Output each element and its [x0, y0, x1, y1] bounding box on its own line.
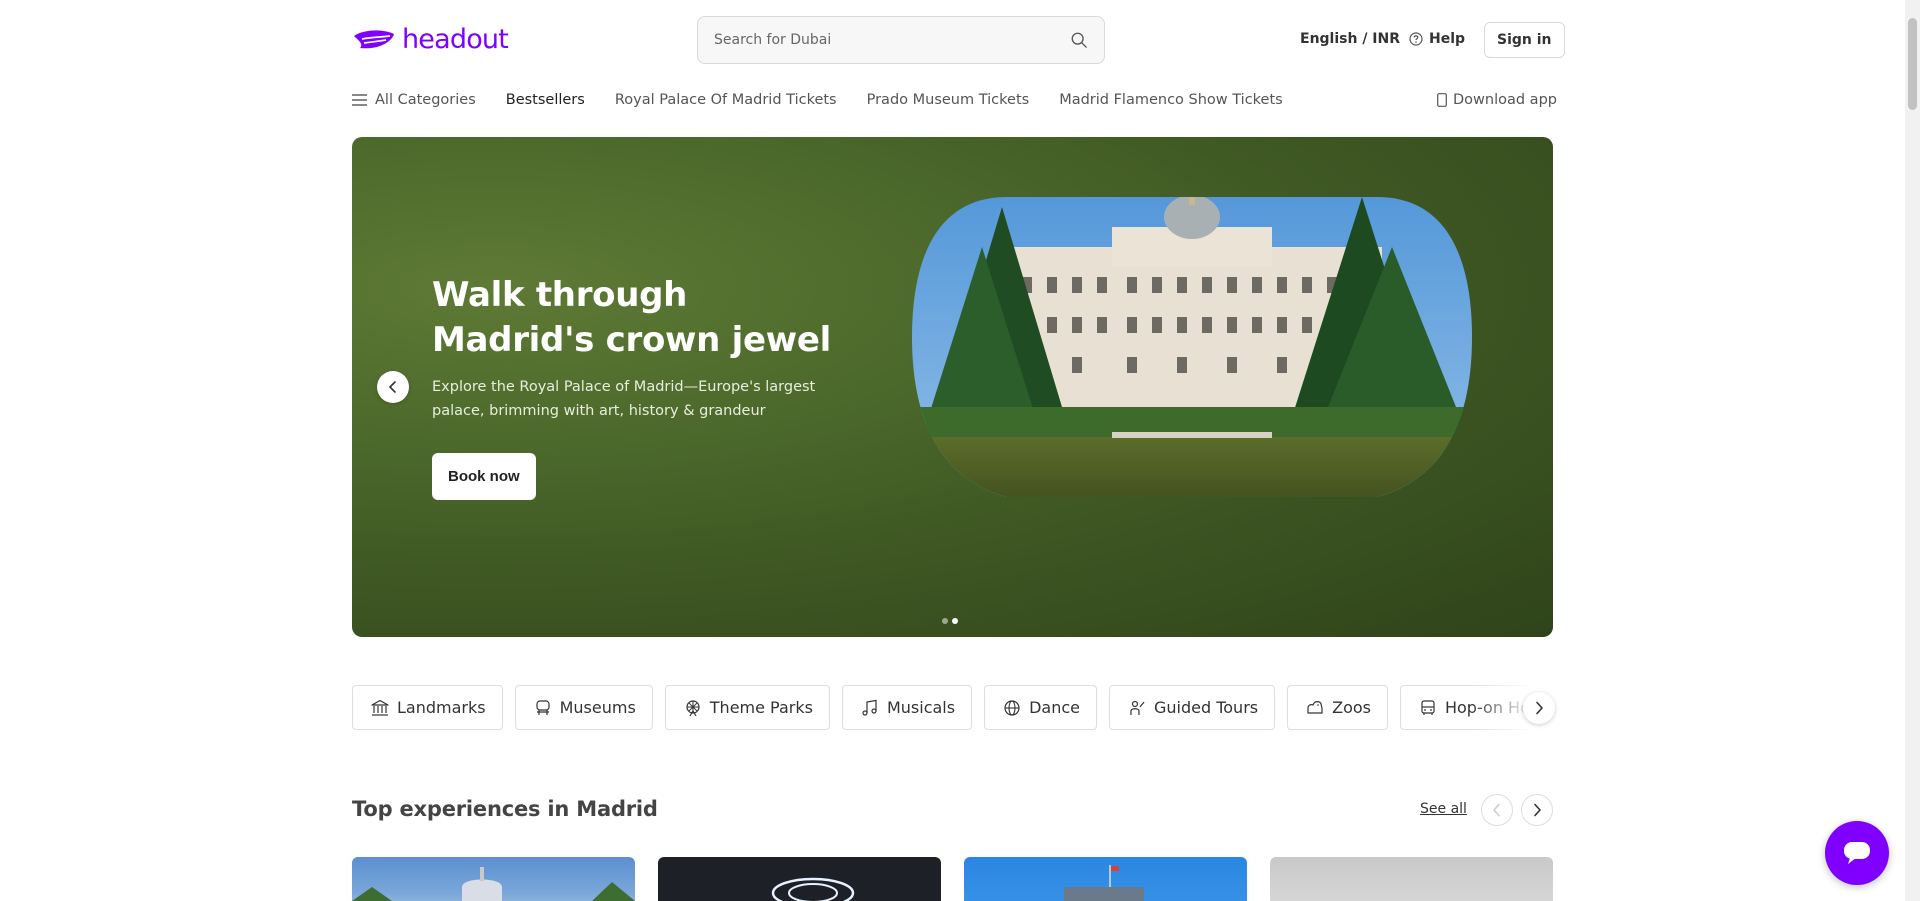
carousel-dot-active[interactable] — [952, 618, 958, 624]
chip-zoos[interactable]: Zoos — [1287, 685, 1388, 730]
guide-icon — [1130, 700, 1145, 715]
museum-icon — [535, 699, 550, 715]
scrollbar-thumb[interactable] — [1908, 18, 1917, 110]
chevron-left-icon — [389, 381, 396, 393]
chip-label: Theme Parks — [709, 698, 813, 717]
music-note-icon — [862, 699, 877, 716]
nav-item-prado-museum[interactable]: Prado Museum Tickets — [867, 92, 1030, 108]
section-title: Top experiences in Madrid — [352, 797, 658, 821]
see-all-link[interactable]: See all — [1420, 801, 1467, 817]
nav-item-royal-palace[interactable]: Royal Palace Of Madrid Tickets — [615, 92, 837, 108]
chip-dance[interactable]: Dance — [984, 685, 1097, 730]
experience-card-image[interactable] — [1270, 857, 1553, 901]
chip-guided-tours[interactable]: Guided Tours — [1108, 685, 1276, 730]
help-icon — [1409, 32, 1423, 46]
download-app-link[interactable]: Download app — [1437, 92, 1557, 108]
chevron-right-icon — [1534, 803, 1541, 817]
hero-prev-button[interactable] — [377, 371, 409, 403]
ferris-wheel-icon — [686, 699, 700, 716]
hero-title: Walk through Madrid's crown jewel — [432, 275, 831, 360]
all-categories-label: All Categories — [375, 92, 476, 108]
search-bar[interactable] — [697, 16, 1105, 64]
chip-label: Museums — [559, 698, 636, 717]
category-nav: All Categories Bestsellers Royal Palace … — [352, 92, 1283, 108]
all-categories-menu[interactable]: All Categories — [352, 92, 476, 108]
chip-landmarks[interactable]: Landmarks — [352, 685, 503, 730]
carousel-dot[interactable] — [942, 618, 948, 624]
chevron-left-icon — [1493, 803, 1500, 817]
globe-icon — [1004, 699, 1020, 716]
chat-support-button[interactable] — [1825, 821, 1889, 885]
chevron-right-icon — [1536, 701, 1543, 715]
royal-palace-image — [912, 197, 1472, 497]
hero-description: Explore the Royal Palace of Madrid—Europ… — [432, 379, 816, 419]
headout-logo-icon — [354, 29, 394, 48]
hero-carousel-dots — [942, 618, 958, 624]
experience-card-image[interactable] — [658, 857, 941, 901]
help-label: Help — [1429, 31, 1466, 47]
search-icon[interactable] — [1070, 31, 1088, 49]
section-prev-button[interactable] — [1481, 794, 1513, 826]
chip-musicals[interactable]: Musicals — [841, 685, 973, 730]
stadium-logo-image — [771, 877, 855, 901]
chip-label: Musicals — [886, 698, 956, 717]
chat-bubble-icon — [1844, 842, 1870, 864]
chips-next-button[interactable] — [1523, 692, 1555, 724]
building-flag-image — [1064, 865, 1144, 901]
category-chips: Landmarks Museums Theme Parks Musicals D… — [352, 685, 1553, 730]
search-input[interactable] — [714, 32, 1070, 48]
experience-card-image[interactable] — [352, 857, 635, 901]
language-currency-selector[interactable]: English / INR — [1300, 31, 1400, 47]
nav-item-bestsellers[interactable]: Bestsellers — [506, 92, 585, 108]
sign-in-button[interactable]: Sign in — [1484, 22, 1565, 58]
landmark-icon — [371, 699, 389, 716]
chip-label: Dance — [1029, 698, 1080, 717]
help-link[interactable]: Help — [1409, 31, 1465, 47]
logo-text: headout — [402, 24, 509, 55]
headout-logo[interactable]: headout — [352, 24, 509, 55]
nav-item-flamenco-show[interactable]: Madrid Flamenco Show Tickets — [1059, 92, 1283, 108]
hero-banner: Walk through Madrid's crown jewel Explor… — [352, 137, 1553, 637]
zoo-animal-icon — [1307, 700, 1323, 714]
palace-dome-image — [352, 867, 635, 901]
chip-theme-parks[interactable]: Theme Parks — [664, 685, 830, 730]
experience-card-image[interactable] — [964, 857, 1247, 901]
hamburger-menu-icon — [352, 94, 367, 106]
chip-museums[interactable]: Museums — [514, 685, 653, 730]
section-next-button[interactable] — [1521, 794, 1553, 826]
bus-icon — [1421, 699, 1435, 715]
book-now-button[interactable]: Book now — [432, 453, 536, 500]
chip-label: Guided Tours — [1153, 698, 1259, 717]
page-scrollbar[interactable] — [1905, 0, 1920, 901]
phone-icon — [1437, 93, 1447, 107]
chip-label: Zoos — [1332, 698, 1371, 717]
download-app-label: Download app — [1453, 92, 1557, 108]
chip-label: Landmarks — [397, 698, 486, 717]
